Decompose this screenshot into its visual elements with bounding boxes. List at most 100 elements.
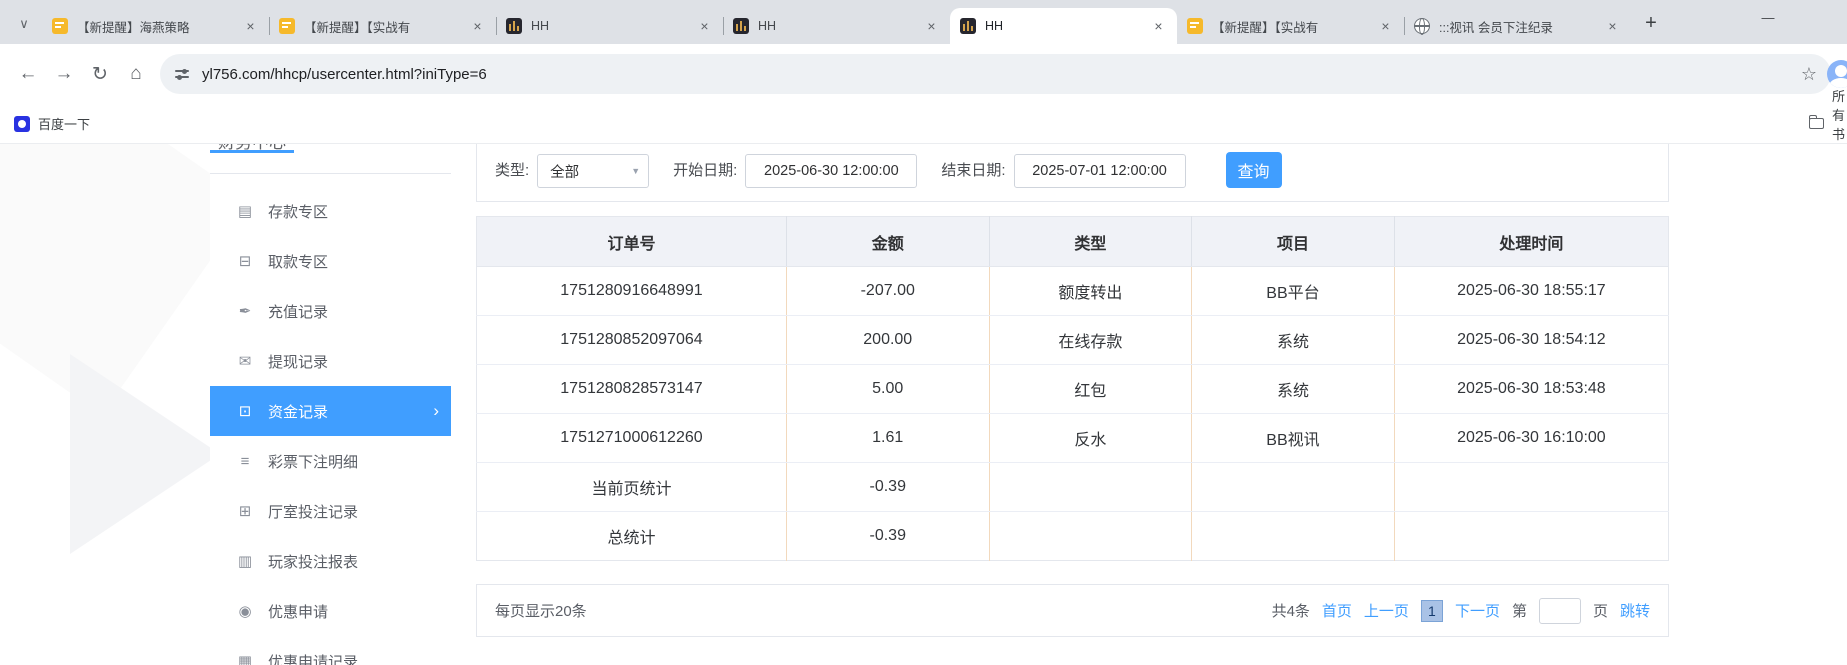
type-select[interactable]: 全部 ▼ xyxy=(537,154,649,188)
globe-favicon xyxy=(1414,18,1430,34)
end-date-label: 结束日期: xyxy=(941,154,1005,188)
main-panel: 类型: 全部 ▼ 开始日期: 结束日期: 查询 订单号金额类型项目处理时间 17… xyxy=(476,144,1669,637)
column-header: 类型 xyxy=(989,217,1192,267)
site-favicon xyxy=(960,18,976,34)
sidebar-item[interactable]: ⊞厅室投注记录 xyxy=(210,486,451,536)
sidebar-item[interactable]: ⊟取款专区 xyxy=(210,236,451,286)
address-bar[interactable]: yl756.com/hhcp/usercenter.html?iniType=6… xyxy=(160,54,1831,94)
recharge-record-icon: ✒ xyxy=(236,302,254,320)
browser-tab[interactable]: 【新提醒】【实战有× xyxy=(1177,8,1404,44)
tab-title: HH xyxy=(985,19,1144,33)
tab-close-icon[interactable]: × xyxy=(1604,18,1621,35)
table-cell: 在线存款 xyxy=(989,316,1192,365)
next-page-link[interactable]: 下一页 xyxy=(1455,600,1500,621)
table-cell: 反水 xyxy=(989,414,1192,463)
sidebar-item[interactable]: ✒ 充值记录 xyxy=(210,286,451,336)
table-cell: 当前页统计 xyxy=(477,463,787,512)
table-cell: 总统计 xyxy=(477,512,787,561)
new-tab-button[interactable]: + xyxy=(1637,9,1665,37)
tab-close-icon[interactable]: × xyxy=(469,18,486,35)
first-page-link[interactable]: 首页 xyxy=(1322,600,1352,621)
reload-button[interactable]: ↻ xyxy=(82,56,118,92)
table-cell: 红包 xyxy=(989,365,1192,414)
sidebar-item[interactable]: ≡ 彩票下注明细 xyxy=(210,436,451,486)
browser-tab[interactable]: HH× xyxy=(723,8,950,44)
tab-title: 【新提醒】海燕策略 xyxy=(77,17,236,36)
table-head: 订单号金额类型项目处理时间 xyxy=(477,217,1669,267)
bookmark-star-icon[interactable]: ☆ xyxy=(1801,64,1817,85)
profile-avatar[interactable] xyxy=(1827,60,1847,88)
forward-button[interactable]: → xyxy=(46,56,82,92)
table-row: 当前页统计-0.39 xyxy=(477,463,1669,512)
window-minimize-button[interactable]: — xyxy=(1745,0,1791,34)
end-date-input[interactable] xyxy=(1014,154,1186,188)
pagination-controls: 共4条 首页 上一页 1 下一页 第 页 跳转 xyxy=(1272,598,1650,624)
browser-tab[interactable]: 【新提醒】【实战有× xyxy=(269,8,496,44)
browser-tab[interactable]: 【新提醒】海燕策略 × xyxy=(42,8,269,44)
forward-icon: → xyxy=(55,63,74,85)
site-favicon xyxy=(733,18,749,34)
sidebar: 财务中心 ▤存款专区⊟取款专区 ✒ 充值记录 ✉提现记录⊡资金记录› ≡ 彩票下注明细 ⊞厅… xyxy=(210,144,451,665)
table-cell xyxy=(989,463,1192,512)
player-bet-report-icon: ▥ xyxy=(236,552,254,570)
table-cell xyxy=(1394,463,1668,512)
deposit-zone-icon: ▤ xyxy=(236,202,254,220)
withdraw-zone-icon: ⊟ xyxy=(236,252,254,270)
browser-tab[interactable]: HH × xyxy=(496,8,723,44)
url-text[interactable]: yl756.com/hhcp/usercenter.html?iniType=6 xyxy=(202,66,1801,83)
bookmark-baidu[interactable]: 百度一下 xyxy=(14,114,90,133)
browser-tab[interactable]: HH × xyxy=(950,8,1177,44)
home-icon: ⌂ xyxy=(130,63,141,85)
table-cell: 1.61 xyxy=(786,414,989,463)
sidebar-item-label: 优惠申请记录 xyxy=(268,651,358,665)
hall-bet-record-icon: ⊞ xyxy=(236,502,254,520)
table-cell: 1751280916648991 xyxy=(477,267,787,316)
table-cell: BB视讯 xyxy=(1192,414,1395,463)
table-row: 17512808285731475.00红包系统2025-06-30 18:53… xyxy=(477,365,1669,414)
sidebar-item[interactable]: ▤存款专区 xyxy=(210,186,451,236)
chevron-right-icon: › xyxy=(433,401,439,421)
promo-apply-icon: ◉ xyxy=(236,602,254,620)
bookmark-label: 百度一下 xyxy=(38,114,90,133)
browser-tab[interactable]: :::视讯 会员下注纪录 × xyxy=(1404,8,1631,44)
sidebar-item[interactable]: ⊡资金记录› xyxy=(210,386,451,436)
table-cell: 系统 xyxy=(1192,365,1395,414)
tab-title: :::视讯 会员下注纪录 xyxy=(1439,17,1598,36)
jump-button[interactable]: 跳转 xyxy=(1620,600,1650,621)
tab-search-button[interactable]: ∨ xyxy=(10,10,38,38)
sidebar-item-label: 彩票下注明细 xyxy=(268,451,358,472)
sidebar-header: 财务中心 xyxy=(210,144,451,174)
page-jump-input[interactable] xyxy=(1539,598,1581,624)
start-date-input[interactable] xyxy=(745,154,917,188)
column-header: 金额 xyxy=(786,217,989,267)
current-page-indicator[interactable]: 1 xyxy=(1421,600,1443,622)
sidebar-item[interactable]: ◉优惠申请 xyxy=(210,586,451,636)
total-count-text: 共4条 xyxy=(1272,600,1310,621)
site-settings-icon[interactable] xyxy=(174,66,190,82)
prev-page-link[interactable]: 上一页 xyxy=(1364,600,1409,621)
tab-close-icon[interactable]: × xyxy=(1150,18,1167,35)
sidebar-item-label: 充值记录 xyxy=(268,301,328,322)
tab-close-icon[interactable]: × xyxy=(923,18,940,35)
tab-close-icon[interactable]: × xyxy=(242,18,259,35)
sidebar-item[interactable]: ▥玩家投注报表 xyxy=(210,536,451,586)
funds-record-icon: ⊡ xyxy=(236,402,254,420)
header-row: 订单号金额类型项目处理时间 xyxy=(477,217,1669,267)
lottery-bet-detail-icon: ≡ xyxy=(236,453,254,470)
back-button[interactable]: ← xyxy=(10,56,46,92)
navigation-bar: ← → ↻ ⌂ yl756.com/hhcp/usercenter.html?i… xyxy=(0,44,1847,104)
tab-strip: 【新提醒】海燕策略×【新提醒】【实战有×HH×HH×HH×【新提醒】【实战有×:… xyxy=(42,0,1631,44)
table-cell: 2025-06-30 16:10:00 xyxy=(1394,414,1668,463)
table-cell: 额度转出 xyxy=(989,267,1192,316)
home-button[interactable]: ⌂ xyxy=(118,56,154,92)
sidebar-item[interactable]: ▦优惠申请记录 xyxy=(210,636,451,665)
sidebar-item[interactable]: ✉提现记录 xyxy=(210,336,451,386)
tab-close-icon[interactable]: × xyxy=(696,18,713,35)
table-cell: 5.00 xyxy=(786,365,989,414)
tab-title: HH xyxy=(531,19,690,33)
back-icon: ← xyxy=(19,63,38,85)
search-button[interactable]: 查询 xyxy=(1226,152,1282,188)
tab-close-icon[interactable]: × xyxy=(1377,18,1394,35)
jump-suffix-label: 页 xyxy=(1593,600,1608,621)
table-cell: 1751271000612260 xyxy=(477,414,787,463)
